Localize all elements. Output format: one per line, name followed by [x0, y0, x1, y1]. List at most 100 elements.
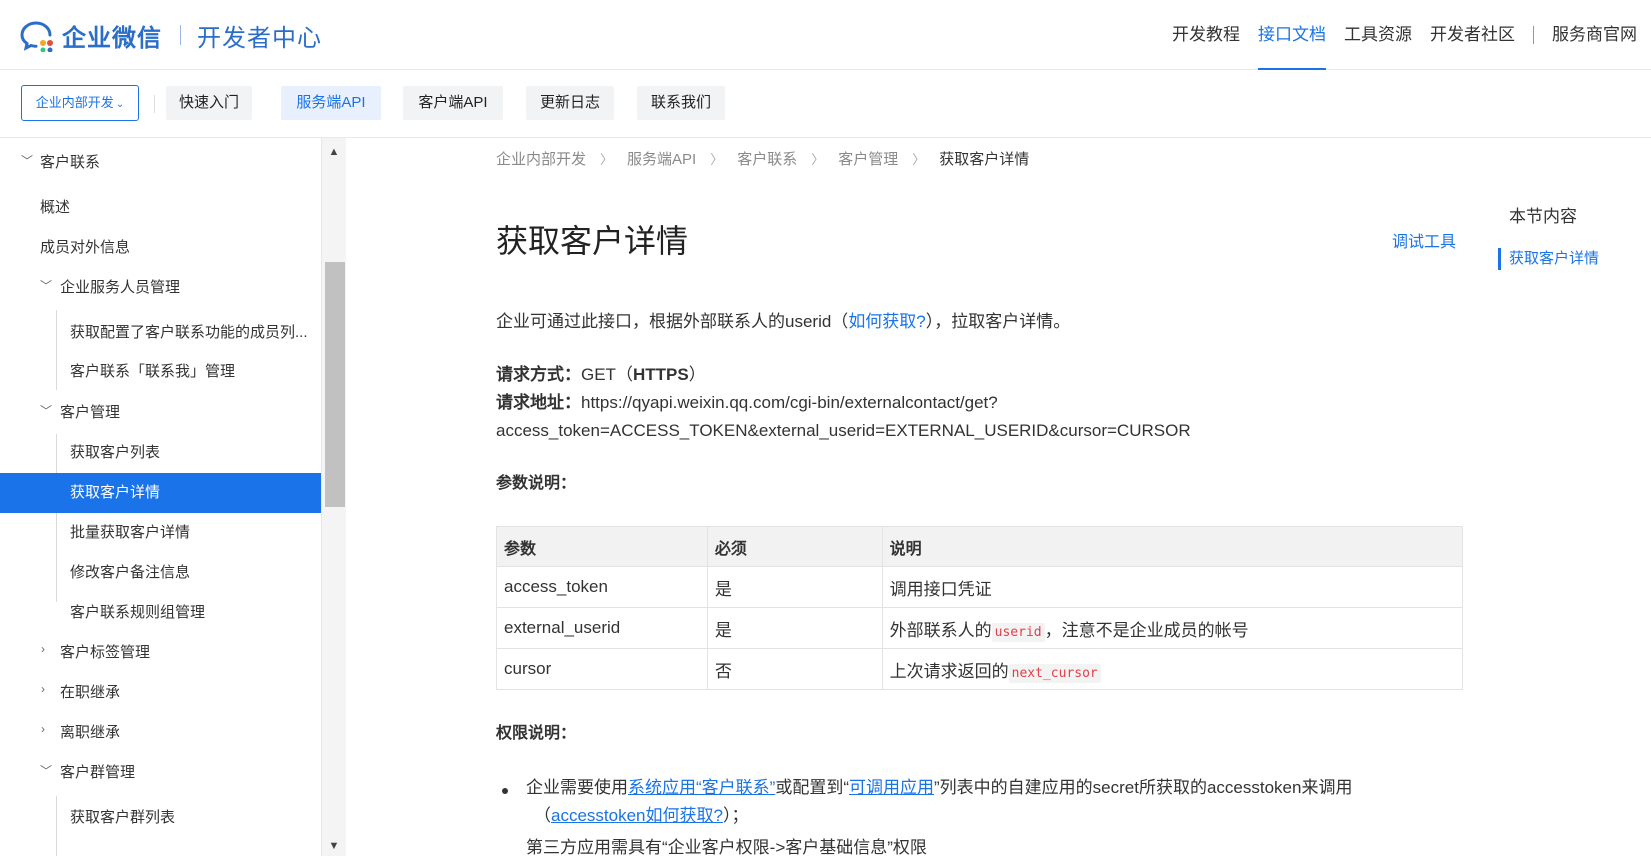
toc-item[interactable]: 获取客户详情: [1498, 248, 1599, 270]
sidebar-item-tag-management[interactable]: 客户标签管理: [0, 633, 321, 673]
perm-text: 或配置到“: [775, 778, 849, 797]
sidebar-item-service-staff[interactable]: 企业服务人员管理: [0, 268, 321, 308]
nav-api-docs[interactable]: 接口文档: [1258, 0, 1326, 70]
chevron-right-icon: 〉: [600, 152, 614, 167]
sidebar-scroll-thumb[interactable]: [325, 262, 345, 507]
tab-quick-start[interactable]: 快速入门: [166, 86, 252, 120]
column-header: 说明: [881, 526, 1464, 567]
perm-text: 企业需要使用: [526, 778, 628, 797]
sidebar-item-rule-groups[interactable]: 客户联系规则组管理: [0, 593, 321, 633]
chevron-right-icon: 〉: [710, 152, 724, 167]
sidebar-item-customer-contact[interactable]: 客户联系: [0, 143, 321, 183]
permission-item-1: 企业需要使用系统应用“客户联系”或配置到“可调用应用”列表中的自建应用的secr…: [526, 774, 1352, 802]
chevron-down-icon: ⌄: [115, 99, 125, 110]
top-header: 企业微信 开发者中心 开发教程 接口文档 工具资源 开发者社区 服务商官网: [0, 0, 1651, 70]
request-url-cont: access_token=ACCESS_TOKEN&external_useri…: [496, 421, 1191, 440]
param-required: 是: [706, 607, 883, 649]
accesstoken-link[interactable]: accesstoken如何获取?: [551, 806, 723, 825]
table-row: access_token 是 调用接口凭证: [496, 566, 1464, 608]
param-required: 是: [706, 566, 883, 608]
desc-text: 调用接口凭证: [889, 579, 992, 599]
url-line1: https://qyapi.weixin.qq.com/cgi-bin/exte…: [581, 393, 998, 412]
sidebar-item-group-chat-list[interactable]: 获取客户群列表: [0, 798, 321, 838]
inline-code: next_cursor: [1008, 663, 1101, 683]
tab-client-api[interactable]: 客户端API: [403, 86, 503, 120]
method-value: GET（: [581, 365, 633, 384]
sidebar-item-member-list[interactable]: 获取配置了客户联系功能的成员列...: [0, 313, 321, 353]
sidebar-item-edit-remark[interactable]: 修改客户备注信息: [0, 553, 321, 593]
breadcrumb-item[interactable]: 企业内部开发: [496, 148, 586, 169]
permissions-heading: 权限说明：: [496, 725, 577, 742]
breadcrumb-current: 获取客户详情: [939, 151, 1030, 168]
breadcrumb: 企业内部开发 〉 服务端API 〉 客户联系 〉 客户管理 〉 获取客户详情: [496, 148, 1029, 169]
top-nav: 开发教程 接口文档 工具资源 开发者社区 服务商官网: [1154, 0, 1637, 70]
logo-text: 企业微信: [62, 24, 162, 52]
params-heading: 参数说明：: [496, 475, 577, 492]
sidebar: ﹀ 客户联系 概述 成员对外信息 ﹀ 企业服务人员管理 获取配置了客户联系功能的…: [0, 138, 322, 856]
sidebar-item-overview[interactable]: 概述: [0, 188, 321, 228]
param-name: access_token: [496, 566, 708, 608]
bullet-dot: [502, 788, 508, 794]
sidebar-item-customer-management[interactable]: 客户管理: [0, 393, 321, 433]
debug-tool-link[interactable]: 调试工具: [1392, 228, 1456, 252]
param-desc: 上次请求返回的 next_cursor: [881, 648, 1464, 690]
param-name: cursor: [496, 648, 708, 690]
sidebar-item-member-external-info[interactable]: 成员对外信息: [0, 228, 321, 268]
perm-text: ”列表中的自建应用的secret所获取的accesstoken来调用: [934, 778, 1353, 797]
callable-app-link[interactable]: 可调用应用: [849, 778, 934, 797]
column-header: 参数: [496, 526, 708, 567]
how-to-get-link[interactable]: 如何获取?: [848, 312, 925, 331]
method-https: HTTPS: [632, 365, 689, 384]
sidebar-item-onjob-transfer[interactable]: 在职继承: [0, 673, 321, 713]
toc-title: 本节内容: [1509, 207, 1577, 226]
scroll-down-arrow-icon[interactable]: ▼: [327, 840, 341, 852]
desc-text: 上次请求返回的: [889, 661, 1009, 681]
chevron-right-icon: 〉: [912, 152, 926, 167]
param-desc: 外部联系人的 userid ，注意不是企业成员的帐号: [881, 607, 1464, 649]
intro-text: ），拉取客户详情。: [925, 312, 1071, 331]
nav-tools[interactable]: 工具资源: [1344, 0, 1412, 70]
param-required: 否: [706, 648, 883, 690]
nav-community[interactable]: 开发者社区: [1430, 0, 1515, 70]
table-row: external_userid 是 外部联系人的 userid ，注意不是企业成员的…: [496, 607, 1464, 649]
breadcrumb-item[interactable]: 服务端API: [627, 148, 696, 169]
subbar-divider: [154, 95, 155, 113]
nav-dev-tutorial[interactable]: 开发教程: [1172, 0, 1240, 70]
table-header-row: 参数 必须 说明: [496, 526, 1464, 567]
sidebar-item-batch-customer-detail[interactable]: 批量获取客户详情: [0, 513, 321, 553]
param-name: external_userid: [496, 607, 708, 649]
tab-changelog[interactable]: 更新日志: [526, 86, 614, 120]
sub-nav-bar: 企业内部开发 ⌄ 快速入门 服务端API 客户端API 更新日志 联系我们: [0, 70, 1651, 138]
wecom-logo-icon: [20, 20, 56, 53]
logo[interactable]: 企业微信 开发者中心: [20, 18, 322, 53]
scope-dropdown[interactable]: 企业内部开发 ⌄: [21, 85, 139, 121]
method-close: ）: [688, 365, 706, 384]
breadcrumb-item[interactable]: 客户联系: [737, 148, 797, 169]
sidebar-item-group-chat-management[interactable]: 客户群管理: [0, 753, 321, 793]
column-header: 必须: [706, 526, 883, 567]
nav-provider-site[interactable]: 服务商官网: [1552, 0, 1637, 70]
desc-text: ，注意不是企业成员的帐号: [1044, 620, 1249, 640]
logo-subtitle: 开发者中心: [197, 24, 322, 52]
params-table: 参数 必须 说明 access_token 是 调用接口凭证 external_…: [496, 526, 1464, 690]
sidebar-item-resigned-transfer[interactable]: 离职继承: [0, 713, 321, 753]
tab-server-api[interactable]: 服务端API: [281, 86, 381, 120]
desc-text: 外部联系人的: [889, 620, 992, 640]
request-url: 请求地址：https://qyapi.weixin.qq.com/cgi-bin…: [496, 389, 998, 417]
scroll-up-arrow-icon[interactable]: ▲: [327, 146, 341, 158]
page-title: 获取客户详情: [496, 223, 689, 259]
logo-divider: [180, 25, 181, 45]
tab-contact[interactable]: 联系我们: [637, 86, 725, 120]
breadcrumb-item[interactable]: 客户管理: [838, 148, 898, 169]
request-method: 请求方式：GET（HTTPS）: [496, 361, 706, 389]
permission-item-2: 第三方应用需具有“企业客户权限->客户基础信息”权限: [526, 838, 927, 856]
chevron-right-icon: 〉: [811, 152, 825, 167]
system-app-link[interactable]: 系统应用“客户联系”: [628, 778, 775, 797]
method-label: 请求方式：: [496, 365, 581, 384]
table-row: cursor 否 上次请求返回的 next_cursor: [496, 648, 1464, 690]
sidebar-item-customer-list[interactable]: 获取客户列表: [0, 433, 321, 473]
sidebar-item-customer-detail[interactable]: 获取客户详情: [0, 473, 321, 513]
param-desc: 调用接口凭证: [881, 566, 1464, 608]
sidebar-item-contact-me[interactable]: 客户联系「联系我」管理: [0, 352, 321, 392]
url-label: 请求地址：: [496, 393, 581, 412]
